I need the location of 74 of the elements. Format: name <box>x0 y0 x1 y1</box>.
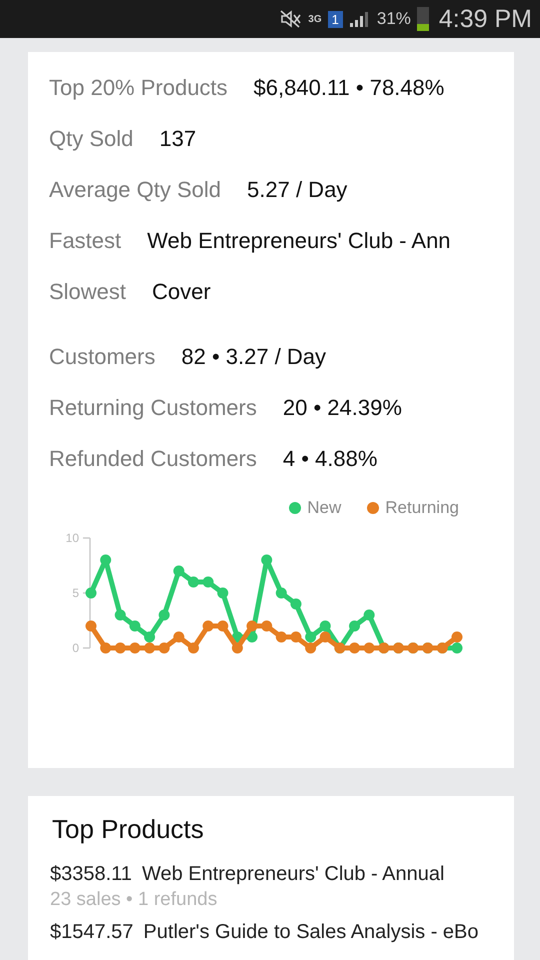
data-point <box>144 642 156 654</box>
data-point <box>261 620 272 632</box>
stat-label: Fastest <box>49 228 122 254</box>
data-point <box>202 620 214 632</box>
data-point <box>114 610 126 620</box>
data-point <box>86 588 96 598</box>
data-point <box>86 620 96 632</box>
data-point <box>232 642 243 654</box>
data-point <box>188 576 199 588</box>
data-point <box>290 598 302 610</box>
data-point <box>202 576 214 588</box>
stat-label: Qty Sold <box>49 126 134 152</box>
data-point <box>217 588 228 598</box>
data-point <box>217 620 228 632</box>
stat-label: Slowest <box>49 278 126 304</box>
product-amount: $1547.57 <box>50 921 134 944</box>
data-point <box>129 642 140 654</box>
data-point <box>246 620 258 632</box>
data-point <box>364 610 375 620</box>
data-point <box>320 632 331 642</box>
stat-value: 4 • 4.88% <box>282 446 378 472</box>
stat-label: Top 20% Products <box>49 74 228 100</box>
battery-percentage: 31% <box>376 9 411 29</box>
tick-label: 0 <box>72 641 79 655</box>
data-point <box>114 642 126 654</box>
data-point <box>246 632 258 642</box>
data-point <box>305 642 316 654</box>
stat-label: Refunded Customers <box>49 446 257 472</box>
stat-value: Web Entrepreneurs' Club - Ann <box>147 228 451 254</box>
clock: 4:39 PM <box>438 4 532 34</box>
product-detail: 23 sales • 1 refunds <box>50 889 218 911</box>
stat-value: 82 • 3.27 / Day <box>181 344 326 370</box>
data-point <box>173 632 184 642</box>
section-title: Top Products <box>52 814 205 845</box>
data-point <box>100 642 112 654</box>
product-name: Web Entrepreneurs' Club - Annual <box>142 863 444 886</box>
data-point <box>173 566 184 576</box>
data-point <box>452 642 462 654</box>
battery-icon <box>416 7 429 31</box>
data-point <box>276 588 287 598</box>
data-point <box>129 620 140 632</box>
data-point <box>261 554 272 566</box>
stat-label: Returning Customers <box>49 394 257 420</box>
signal-icon <box>348 10 371 28</box>
data-point <box>290 632 302 642</box>
data-point <box>158 642 170 654</box>
mute-icon <box>280 10 302 28</box>
product-name: Putler's Guide to Sales Analysis - eBo <box>143 921 479 944</box>
stat-value: 20 • 24.39% <box>282 394 402 420</box>
data-point <box>100 554 112 566</box>
stat-label: Average Qty Sold <box>49 176 222 202</box>
legend-label: Returning <box>385 498 459 518</box>
sim-badge: 1 <box>328 10 343 28</box>
product-amount: $3358.11 <box>50 863 132 886</box>
data-point <box>305 632 316 642</box>
stat-label: Customers <box>49 344 156 370</box>
data-point <box>320 620 331 632</box>
data-point <box>364 642 375 654</box>
stat-value: 5.27 / Day <box>247 176 348 202</box>
data-point <box>349 620 360 632</box>
stat-value: 137 <box>159 126 196 152</box>
data-point <box>158 610 170 620</box>
data-point <box>144 632 156 642</box>
tick-label: 5 <box>72 586 79 600</box>
stat-value: $6,840.11 • 78.48% <box>254 74 444 100</box>
data-point <box>188 642 199 654</box>
tick-label: 10 <box>66 531 79 545</box>
data-point <box>452 632 462 642</box>
data-point <box>232 632 243 642</box>
data-point <box>276 632 287 642</box>
network-type: 3G <box>308 14 322 24</box>
stat-value: Cover <box>152 278 211 304</box>
data-point <box>349 642 360 654</box>
legend-label: New <box>307 498 342 518</box>
